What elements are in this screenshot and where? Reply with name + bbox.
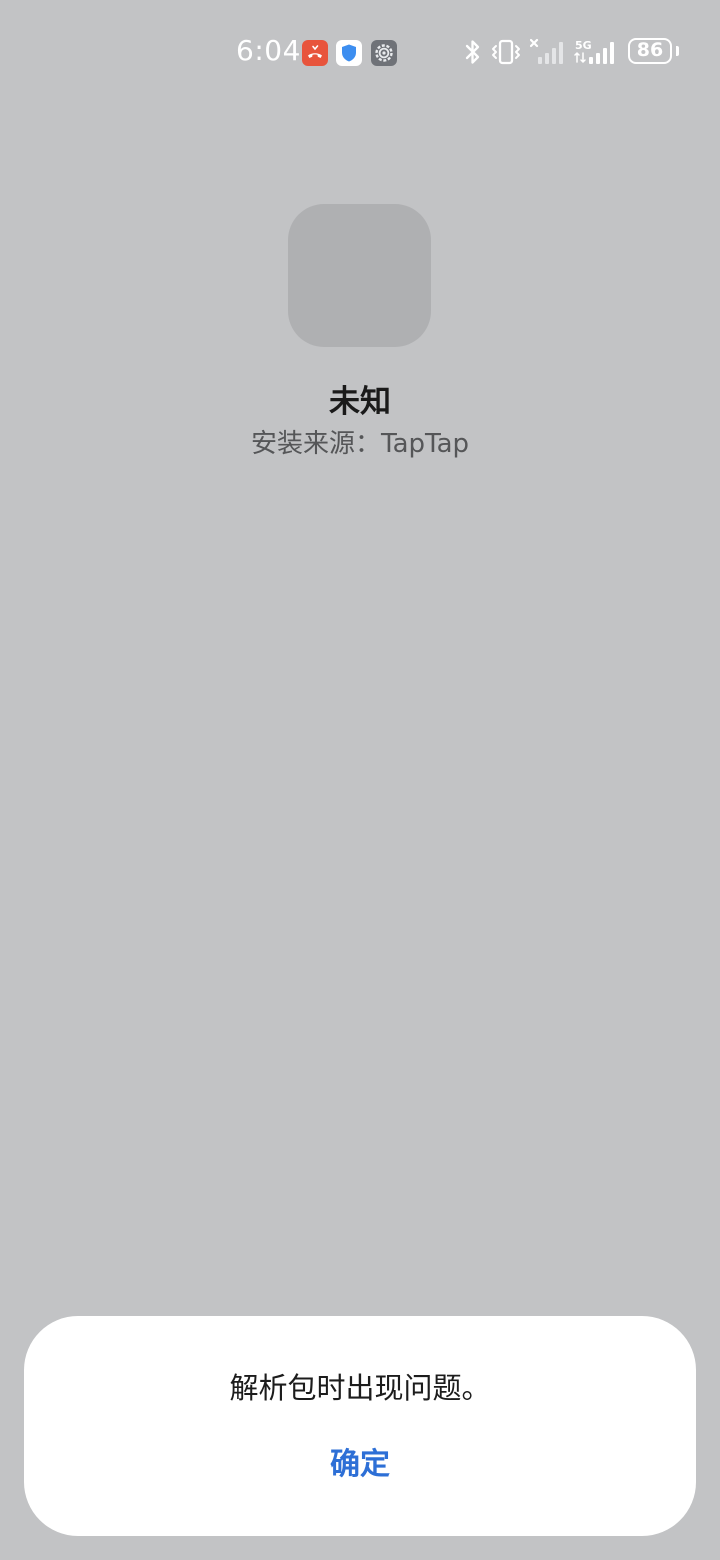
- battery-level: 86: [636, 39, 664, 61]
- shield-icon: [336, 40, 362, 66]
- vibrate-icon: [492, 39, 520, 65]
- battery-tip: [676, 46, 679, 56]
- network-type-label: 5G: [575, 39, 592, 52]
- missed-call-icon: [302, 40, 328, 66]
- app-name: 未知: [329, 384, 391, 420]
- status-time: 6:04: [236, 34, 301, 67]
- bluetooth-icon: [465, 40, 480, 64]
- status-bar: 6:04 5G 86: [0, 0, 720, 104]
- install-source: 安装来源：TapTap: [250, 429, 470, 459]
- app-icon-placeholder: [288, 204, 431, 347]
- confirm-button[interactable]: 确定: [260, 1440, 460, 1490]
- dialog-message: 解析包时出现问题。: [229, 1371, 491, 1405]
- error-dialog: 解析包时出现问题。 确定: [24, 1316, 696, 1536]
- signal-icon: 5G: [574, 39, 614, 64]
- settings-gear-icon: [371, 40, 397, 66]
- battery-icon: 86: [628, 38, 672, 64]
- no-signal-icon: [530, 38, 563, 64]
